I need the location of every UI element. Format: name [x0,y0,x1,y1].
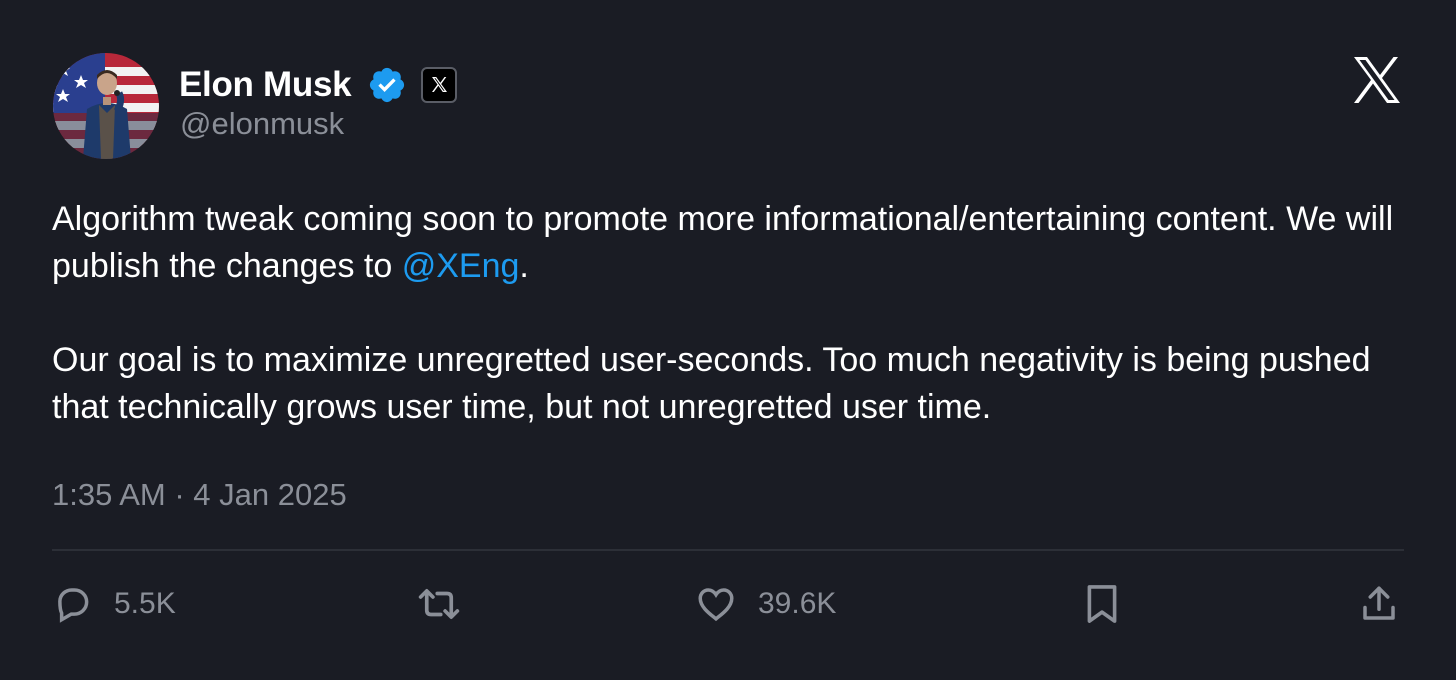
tweet-paragraph-1: Algorithm tweak coming soon to promote m… [52,196,1412,290]
action-bar: 5.5K 39.6K [0,578,1456,630]
heart-icon [698,588,734,622]
tweet-text: Algorithm tweak coming soon to promote m… [52,196,1412,431]
x-logo-icon [1354,57,1400,103]
reply-count: 5.5K [114,587,176,620]
reply-button[interactable]: 5.5K [52,578,176,630]
bookmark-button[interactable] [1084,578,1120,630]
tweet-card: Elon Musk @elonmusk Algorithm tweak comi… [0,0,1456,680]
repost-icon [418,589,460,619]
reply-icon [58,588,89,623]
author-handle[interactable]: @elonmusk [180,106,344,142]
author-name-row: Elon Musk [179,62,458,108]
share-button[interactable] [1358,578,1400,630]
avatar-image [53,53,159,159]
share-icon [1363,586,1395,620]
bookmark-icon [1087,585,1117,623]
display-name[interactable]: Elon Musk [179,65,352,105]
mention-link[interactable]: @XEng [402,247,520,285]
affiliate-x-icon[interactable] [421,67,458,103]
tweet-timestamp[interactable]: 1:35 AM · 4 Jan 2025 [52,477,347,513]
tweet-paragraph-2: Our goal is to maximize unregretted user… [52,341,1371,426]
like-count: 39.6K [758,587,837,620]
like-button[interactable]: 39.6K [694,578,836,630]
tweet-text-part: . [519,247,529,285]
divider [52,549,1404,551]
tweet-text-part: Algorithm tweak coming soon to promote m… [52,200,1394,285]
author-avatar[interactable] [53,53,159,159]
repost-button[interactable] [414,578,464,630]
verified-badge-icon [370,67,405,103]
